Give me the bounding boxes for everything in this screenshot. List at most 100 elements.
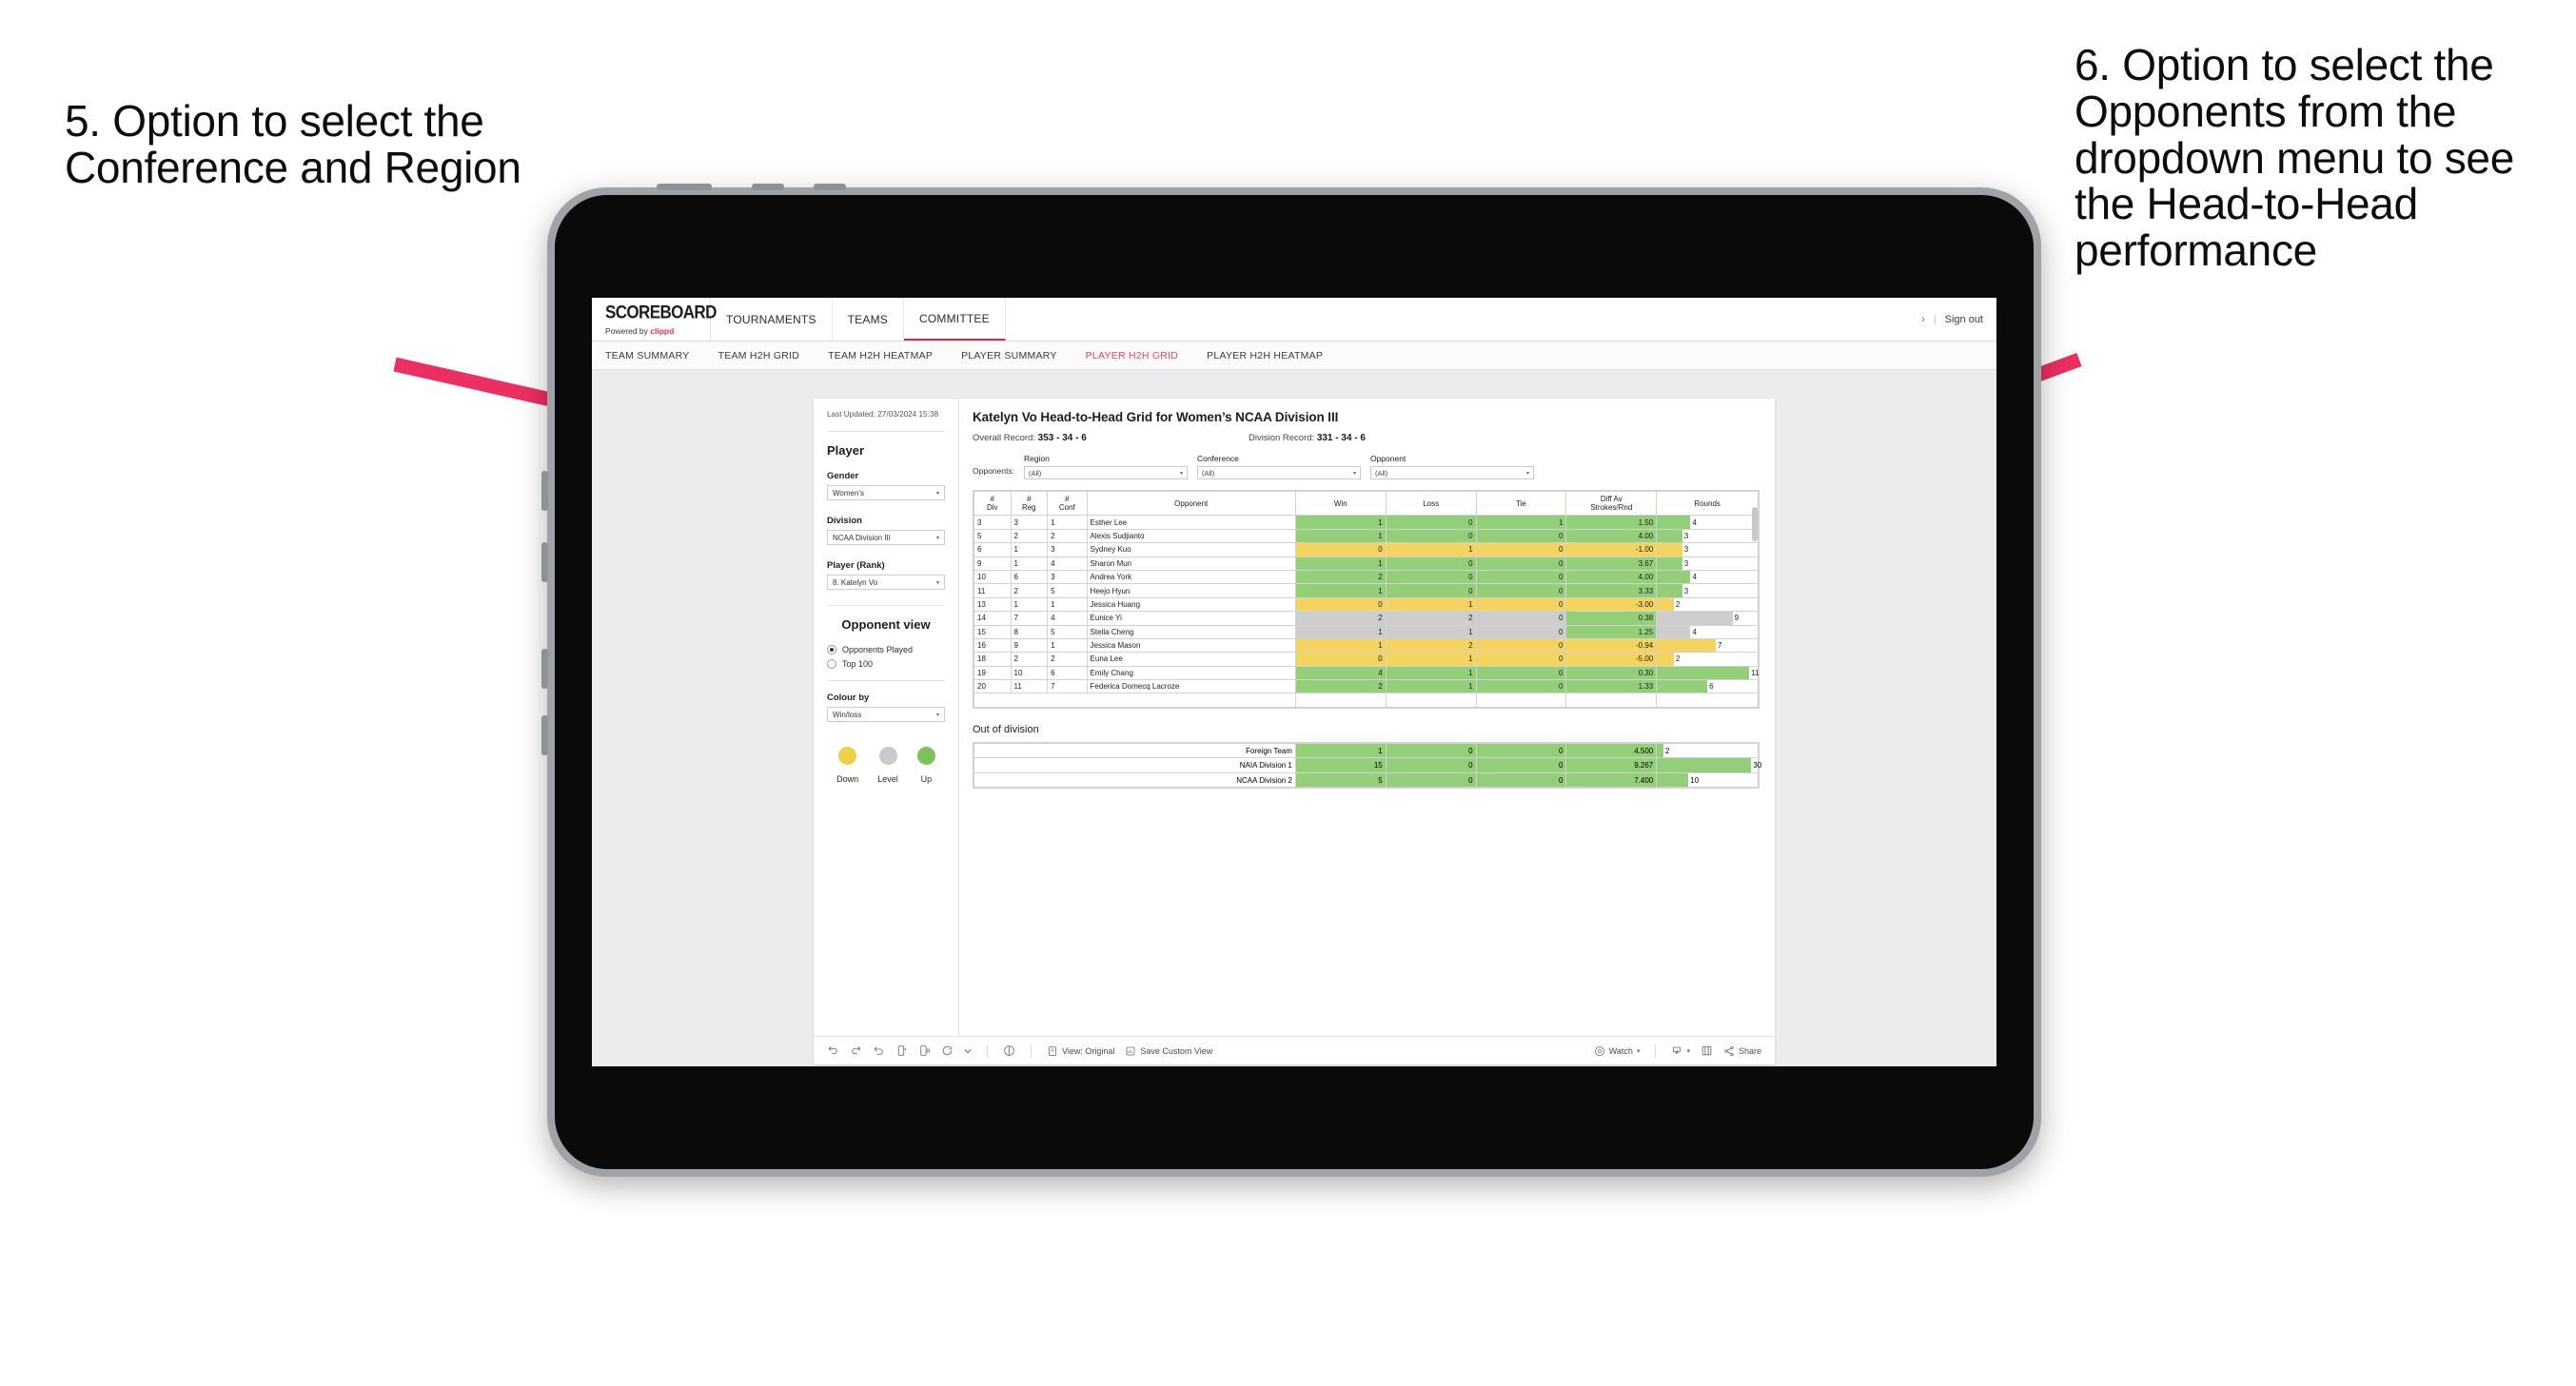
sign-out-link[interactable]: Sign out xyxy=(1945,314,1983,325)
rounds-bar-cell: 4 xyxy=(1657,625,1758,638)
table-row[interactable]: 11 2 5 Heejo Hyun 1 0 0 3.33 3 xyxy=(973,583,1759,598)
tab-player-h2h-grid[interactable]: PLAYER H2H GRID xyxy=(1086,350,1179,361)
share-label: Share xyxy=(1738,1045,1761,1056)
share-button[interactable]: Share xyxy=(1723,1045,1761,1057)
conference-select[interactable]: (All) ▾ xyxy=(1196,466,1361,479)
list-item[interactable]: NAIA Division 1 15 0 0 9.267 30 xyxy=(973,757,1762,773)
view-original-button[interactable]: View: Original xyxy=(1047,1045,1114,1057)
table-row[interactable]: 3 3 1 Esther Lee 1 0 1 1.50 4 xyxy=(973,515,1759,530)
rounds-value: 2 xyxy=(1675,654,1681,664)
rounds-value: 4 xyxy=(1692,627,1697,636)
cell-reg: 2 xyxy=(1010,583,1049,598)
pause-auto-update-icon[interactable] xyxy=(918,1044,931,1057)
table-row[interactable]: 18 2 2 Euna Lee 0 1 0 -5.00 2 xyxy=(973,652,1759,667)
rounds-value: 3 xyxy=(1683,558,1689,568)
save-custom-view-button[interactable]: Save Custom View xyxy=(1125,1045,1212,1057)
division-select[interactable]: NCAA Division III ▾ xyxy=(827,530,945,546)
colour-by-select[interactable]: Win/loss ▾ xyxy=(827,707,945,723)
tab-team-summary[interactable]: TEAM SUMMARY xyxy=(605,350,690,361)
sub-navigation-tabs: TEAM SUMMARY TEAM H2H GRID TEAM H2H HEAT… xyxy=(592,342,1996,370)
table-row[interactable]: 6 1 3 Sydney Kuo 0 1 0 -1.00 3 xyxy=(973,542,1759,557)
cell-reg: 10 xyxy=(1010,665,1049,681)
cell-opponent: Emily Chang xyxy=(1086,665,1296,681)
nav-item-tournaments[interactable]: TOURNAMENTS xyxy=(711,298,833,341)
overall-record: Overall Record: 353 - 34 - 6 xyxy=(973,433,1249,443)
rounds-value: 2 xyxy=(1675,599,1681,609)
tab-team-h2h-grid[interactable]: TEAM H2H GRID xyxy=(718,350,800,361)
cell-div: 5 xyxy=(973,528,1012,544)
main-panel: Katelyn Vo Head-to-Head Grid for Women’s… xyxy=(959,399,1775,1036)
table-row[interactable]: 10 6 3 Andrea York 2 0 0 4.00 4 xyxy=(973,569,1759,585)
chevron-down-icon: ▾ xyxy=(1636,1047,1641,1055)
view-icon xyxy=(1047,1045,1058,1057)
volume-down-button[interactable] xyxy=(541,542,548,582)
cell-diff: -5.00 xyxy=(1565,652,1658,667)
cell-diff: 0.38 xyxy=(1565,611,1658,626)
tab-player-h2h-heatmap[interactable]: PLAYER H2H HEATMAP xyxy=(1207,350,1323,361)
cell-tie: 0 xyxy=(1475,679,1567,694)
table-row[interactable]: 9 1 4 Sharon Mun 1 0 0 3.67 3 xyxy=(973,556,1759,571)
chevron-down-icon[interactable] xyxy=(964,1047,972,1055)
sidebar-divider-2 xyxy=(827,605,945,607)
brand-logo[interactable]: SCOREBOARD Powered by clippd xyxy=(592,298,717,341)
share-icon xyxy=(1723,1045,1735,1057)
radio-opponents-played[interactable]: Opponents Played xyxy=(827,645,945,655)
table-row[interactable]: 5 2 2 Alexis Sudjianto 1 0 0 4.00 3 xyxy=(973,528,1759,544)
table-row[interactable]: 15 8 5 Stella Cheng 1 1 0 1.25 4 xyxy=(973,624,1759,639)
side-button-3[interactable] xyxy=(541,649,548,689)
table-row[interactable]: 20 11 7 Federica Domecq Lacroze 2 1 0 1.33 6 xyxy=(973,679,1759,694)
col-conf-line1: # xyxy=(1065,495,1070,503)
table-row[interactable]: 19 10 6 Emily Chang 4 1 0 0.30 11 xyxy=(973,665,1760,681)
h2h-grid-body: 3 3 1 Esther Lee 1 0 1 1.50 4 5 2 2 Alexis Sudjianto… xyxy=(973,515,1760,708)
ood-cell-tie: 0 xyxy=(1475,757,1567,773)
ood-cell-diff: 9.267 xyxy=(1565,757,1658,773)
player-rank-select[interactable]: 8. Katelyn Vo ▾ xyxy=(827,575,945,591)
nav-item-committee[interactable]: COMMITTEE xyxy=(904,298,1006,341)
opponent-select[interactable]: (All) ▾ xyxy=(1369,466,1534,479)
download-button[interactable]: ▾ xyxy=(1671,1045,1690,1057)
top-button-3[interactable] xyxy=(814,184,846,190)
refresh-icon[interactable] xyxy=(895,1044,908,1057)
nav-item-teams[interactable]: TEAMS xyxy=(833,298,904,341)
top-button-2[interactable] xyxy=(752,184,784,190)
ood-rounds-value: 30 xyxy=(1753,761,1762,771)
cell-win: 1 xyxy=(1294,528,1386,544)
side-button-4[interactable] xyxy=(541,715,548,755)
col-diff-line1: Diff Av xyxy=(1600,495,1622,503)
reset-icon[interactable] xyxy=(941,1044,954,1057)
power-button[interactable] xyxy=(657,184,712,190)
chevron-down-icon: ▾ xyxy=(935,490,939,497)
grid-vertical-scrollbar[interactable] xyxy=(1752,507,1758,541)
list-item[interactable]: Foreign Team 1 0 0 4.500 2 xyxy=(973,742,1759,759)
pause-icon[interactable] xyxy=(1003,1044,1015,1057)
watch-button[interactable]: Watch ▾ xyxy=(1594,1045,1641,1057)
gender-select[interactable]: Women’s ▾ xyxy=(827,485,945,501)
region-filter-label: Region xyxy=(1023,454,1050,463)
tab-player-summary[interactable]: PLAYER SUMMARY xyxy=(961,350,1057,361)
bottom-toolbar: View: Original Save Custom View Watch ▾ … xyxy=(814,1036,1775,1064)
list-item[interactable]: NCAA Division 2 5 0 0 7.400 10 xyxy=(973,771,1759,789)
redo-icon[interactable] xyxy=(850,1044,862,1057)
table-row[interactable]: 14 7 4 Eunice Yi 2 2 0 0.38 9 xyxy=(973,611,1759,626)
volume-up-button[interactable] xyxy=(541,471,548,511)
col-header-diff: Diff Av Strokes/Rnd xyxy=(1565,490,1658,517)
cell-rounds: 4 xyxy=(1656,624,1759,639)
revert-icon[interactable] xyxy=(873,1044,885,1057)
fullscreen-icon[interactable] xyxy=(1701,1044,1713,1057)
chevron-right-icon[interactable]: › xyxy=(1921,314,1925,325)
cell-div: 19 xyxy=(973,665,1012,681)
ood-cell-diff: 7.400 xyxy=(1565,771,1658,789)
cell-loss: 1 xyxy=(1385,665,1477,681)
tab-team-h2h-heatmap[interactable]: TEAM H2H HEATMAP xyxy=(828,350,933,361)
table-row[interactable]: 16 9 1 Jessica Mason 1 2 0 -0.94 7 xyxy=(973,637,1759,654)
radio-top-100[interactable]: Top 100 xyxy=(827,659,945,670)
page-title: Katelyn Vo Head-to-Head Grid for Women’s… xyxy=(973,410,1339,424)
region-select[interactable]: (All) ▾ xyxy=(1023,466,1188,479)
ood-cell-loss: 0 xyxy=(1385,757,1477,773)
table-row[interactable]: 13 1 1 Jessica Huang 0 1 0 -3.00 2 xyxy=(973,596,1759,613)
cell-conf: 4 xyxy=(1047,611,1088,626)
download-icon xyxy=(1671,1045,1682,1057)
undo-icon[interactable] xyxy=(827,1044,839,1057)
cell-opponent: Jessica Mason xyxy=(1086,637,1296,654)
out-of-division-body: Foreign Team 1 0 0 4.500 2 NAIA Division 1 15 0 0… xyxy=(973,742,1762,789)
